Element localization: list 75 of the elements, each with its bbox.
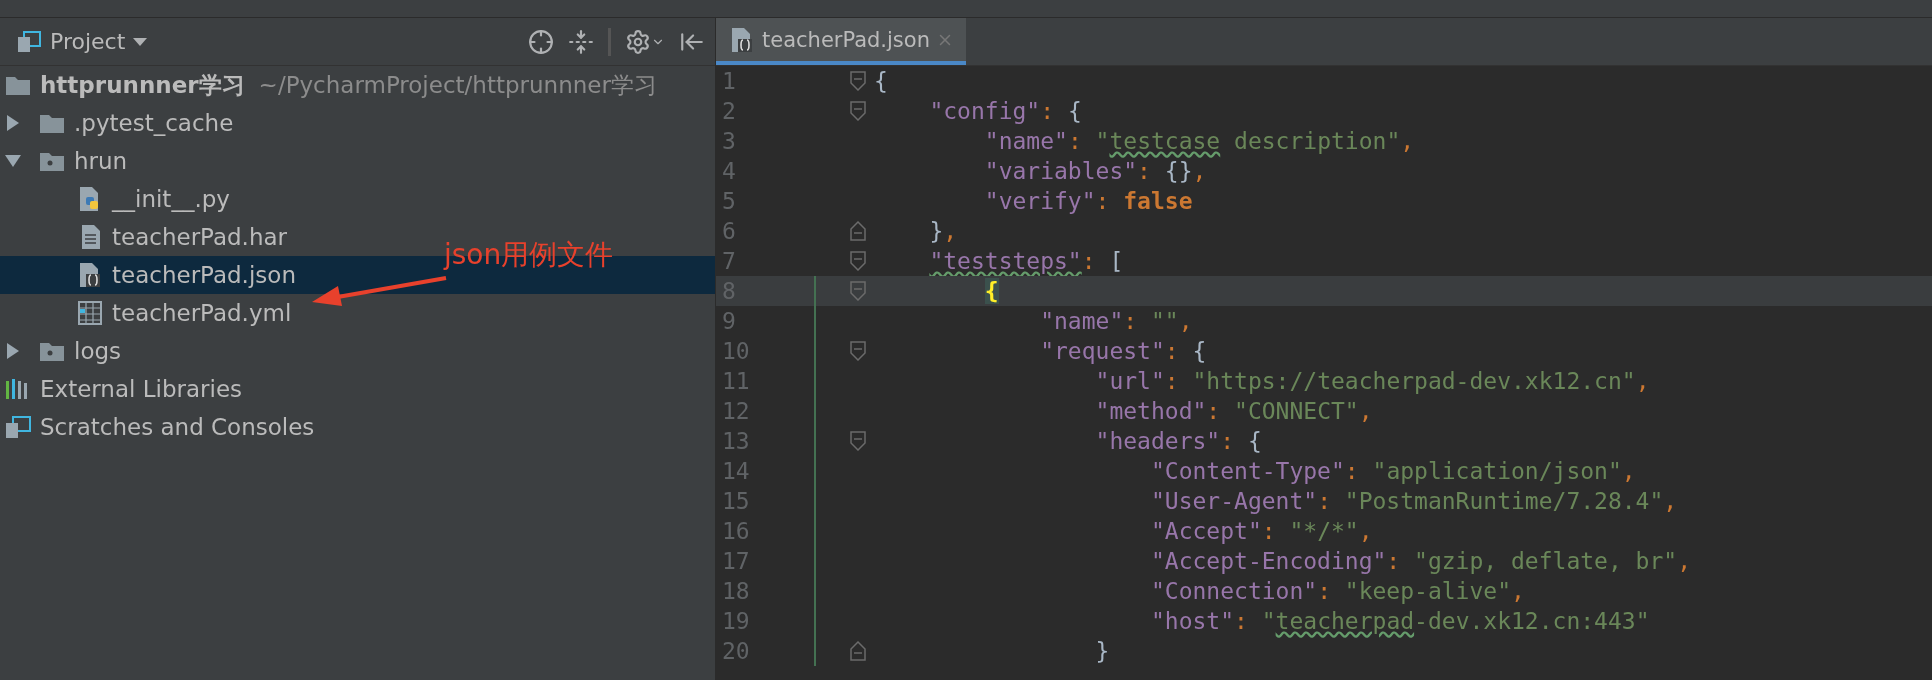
tree-item-label: .pytest_cache <box>74 110 234 136</box>
line-number: 10 <box>721 338 751 364</box>
line-number: 5 <box>721 188 737 214</box>
tree-item[interactable]: External Libraries <box>0 370 243 408</box>
tree-item[interactable]: teacherPad.yml <box>0 294 292 332</box>
code-line: "name": "", <box>1039 308 1193 334</box>
tree-item[interactable]: httprunnner学习 ~/PycharmProject/httprunnner学习 <box>0 66 657 104</box>
line-number: 17 <box>721 548 751 574</box>
fold-marker-icon[interactable] <box>850 221 866 241</box>
tree-item-label: teacherPad.yml <box>112 300 292 326</box>
line-number: 14 <box>721 458 751 484</box>
line-number: 2 <box>721 98 737 124</box>
code-line: "name": "testcase description", <box>983 128 1415 154</box>
scratches-icon <box>4 413 32 441</box>
code-line: "method": "CONNECT", <box>1094 398 1373 424</box>
tree-item[interactable]: logs <box>0 332 122 370</box>
line-number: 15 <box>721 488 751 514</box>
tree-item[interactable]: Scratches and Consoles <box>0 408 315 446</box>
code-line: }, <box>928 218 958 244</box>
tree-item-label: Scratches and Consoles <box>40 414 315 440</box>
project-view-dropdown[interactable]: Project <box>16 28 148 55</box>
project-icon <box>16 28 42 55</box>
collapse-all-icon[interactable] <box>568 28 594 55</box>
tree-item[interactable]: teacherPad.har <box>0 218 288 256</box>
line-number: 3 <box>721 128 737 154</box>
code-line: "Accept-Encoding": "gzip, deflate, br", <box>1149 548 1692 574</box>
tree-item-label: logs <box>74 338 122 364</box>
code-line: { <box>874 68 888 94</box>
table-file-icon <box>76 299 104 327</box>
code-line: "headers": { <box>1094 428 1262 454</box>
tree-item-label: teacherPad.json <box>112 262 296 288</box>
tree-item[interactable]: .pytest_cache <box>0 104 234 142</box>
fold-marker-icon[interactable] <box>850 641 866 661</box>
code-line: "config": { <box>928 98 1082 124</box>
code-line: "host": "teacherpad-dev.xk12.cn:443" <box>1149 608 1650 634</box>
line-number: 6 <box>721 218 737 244</box>
tree-item-label: External Libraries <box>40 376 243 402</box>
line-number: 13 <box>721 428 751 454</box>
line-number: 7 <box>721 248 737 274</box>
line-number: 11 <box>721 368 751 394</box>
code-line: "variables": {}, <box>983 158 1207 184</box>
tree-item-label: hrun <box>74 148 128 174</box>
fold-marker-icon[interactable] <box>850 431 866 451</box>
tree-item-label: teacherPad.har <box>112 224 288 250</box>
tree-item-label: __init__.py <box>112 186 230 212</box>
fold-marker-icon[interactable] <box>850 341 866 361</box>
fold-marker-icon[interactable] <box>850 71 866 91</box>
code-line: "request": { <box>1039 338 1207 364</box>
fold-marker-icon[interactable] <box>850 101 866 121</box>
code-line: "Accept": "*/*", <box>1149 518 1373 544</box>
code-line: "url": "https://teacherpad-dev.xk12.cn", <box>1094 368 1650 394</box>
project-path: ~/PycharmProject/httprunnner学习 <box>258 70 657 100</box>
code-line: "verify": false <box>983 188 1193 214</box>
code-line: } <box>1094 638 1110 664</box>
line-number: 12 <box>721 398 751 424</box>
tree-item[interactable]: hrun <box>0 142 128 180</box>
settings-icon[interactable] <box>625 28 665 55</box>
caret-icon <box>133 37 148 46</box>
line-number: 9 <box>721 308 737 334</box>
code-line: "teststeps": [ <box>928 248 1124 274</box>
line-number: 18 <box>721 578 751 604</box>
line-number: 1 <box>721 68 737 94</box>
code-line: "Connection": "keep-alive", <box>1149 578 1525 604</box>
tree-item[interactable]: __init__.py <box>0 180 230 218</box>
editor-tab[interactable]: teacherPad.json <box>716 18 966 65</box>
line-number: 20 <box>721 638 751 664</box>
tree-item-label: httprunnner学习 <box>40 70 245 100</box>
code-line: "Content-Type": "application/json", <box>1149 458 1636 484</box>
line-number: 4 <box>721 158 737 184</box>
fold-marker-icon[interactable] <box>850 251 866 271</box>
line-number: 19 <box>721 608 751 634</box>
fold-marker-icon[interactable] <box>850 281 866 301</box>
locate-icon[interactable] <box>528 28 554 55</box>
code-line: "User-Agent": "PostmanRuntime/7.28.4", <box>1149 488 1678 514</box>
line-number: 16 <box>721 518 751 544</box>
